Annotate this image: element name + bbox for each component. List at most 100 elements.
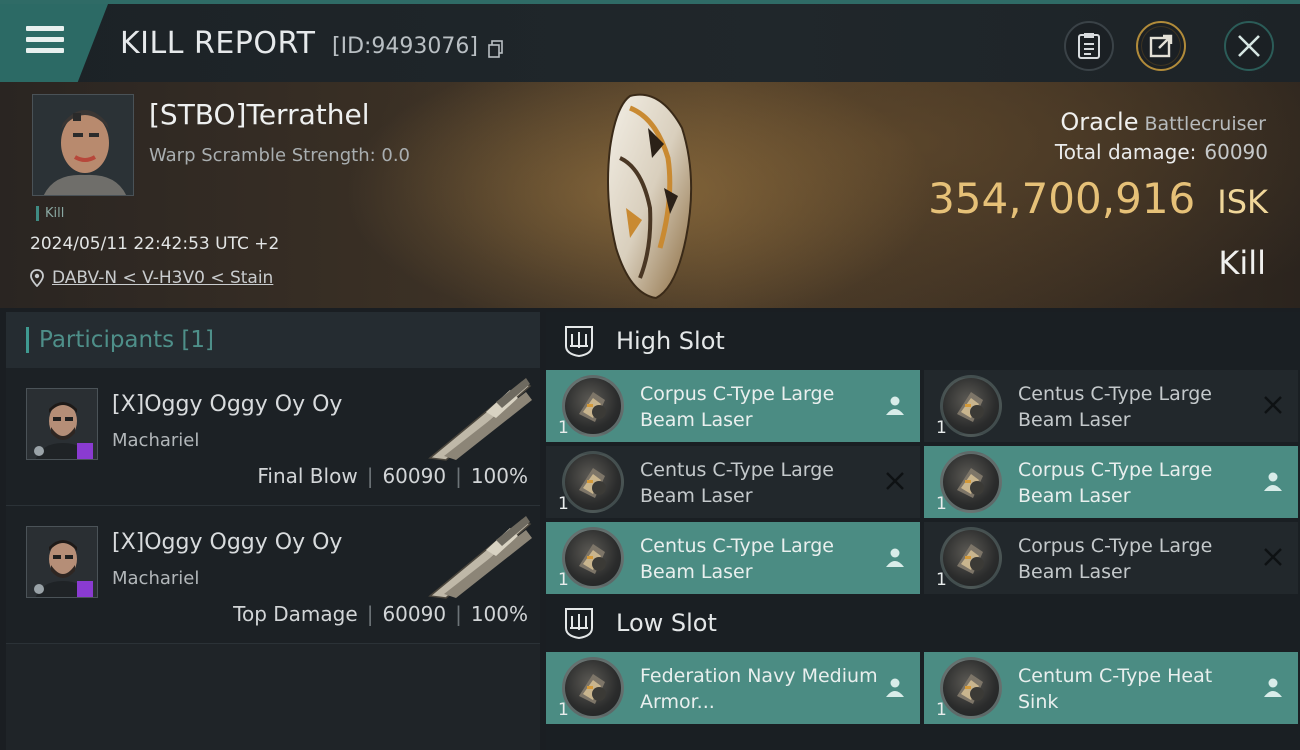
pilot-icon [886,396,904,415]
low-slot-grid: 1 Federation Navy Medium Armor... 1 Centum … [546,652,1300,724]
module-slot[interactable]: 1 Corpus C-Type Large Beam Laser [924,522,1298,594]
attacker-stats: Final Blow | 60090 | 100% [257,464,528,488]
module-slot[interactable]: 1 Centus C-Type Large Beam Laser [924,370,1298,442]
module-quantity: 1 [936,570,947,590]
destroyed-x-icon [1264,396,1282,414]
attacker-ship-image [428,516,532,599]
attacker-portrait[interactable] [26,388,98,460]
module-icon [562,657,624,719]
page-title: KILL REPORT [120,26,316,61]
victim-summary: [STBO]Terrathel Warp Scramble Strength: … [0,82,1300,308]
close-icon [1238,35,1260,57]
module-name: Centus C-Type Large Beam Laser [640,459,834,507]
ship-class: Battlecruiser [1144,113,1266,135]
participants-count: [1] [181,327,215,353]
kill-datetime: 2024/05/11 22:42:53 UTC +2 [30,234,280,254]
attacker-percent: 100% [470,464,528,488]
attacker-stats: Top Damage | 60090 | 100% [233,602,528,626]
slot-icon [565,608,593,640]
destroyed-x-icon [1264,548,1282,566]
attacker-ship-image [428,378,532,461]
module-slot[interactable]: 1 Corpus C-Type Large Beam Laser [924,446,1298,518]
isk-loss: 354,700,916 ISK [928,174,1268,223]
victim-ship-image [607,93,693,300]
attacker-row[interactable]: [X]Oggy Oggy Oy Oy Machariel Final Blow … [6,368,540,506]
module-icon [940,451,1002,513]
high-slot-header: High Slot [546,312,1300,370]
warp-scramble-strength: Warp Scramble Strength: 0.0 [149,145,411,166]
attacker-damage: 60090 [382,602,447,626]
pilot-icon [1264,678,1282,697]
clipboard-button[interactable] [1064,21,1114,71]
attacker-ship: Machariel [112,430,200,451]
participants-header: Participants [1] [6,312,540,368]
module-name: Corpus C-Type Large Beam Laser [1018,535,1213,583]
low-slot-header: Low Slot [546,594,1300,652]
export-icon [1149,34,1173,58]
location-pin-icon [30,269,44,287]
module-quantity: 1 [558,700,569,720]
total-damage-value: 60090 [1204,140,1268,164]
module-icon [940,657,1002,719]
clipboard-icon [1078,33,1100,59]
attacker-portrait[interactable] [26,526,98,598]
participants-title: Participants [39,327,175,353]
module-icon [562,375,624,437]
module-name: Centus C-Type Large Beam Laser [640,535,834,583]
isk-value: 354,700,916 [928,174,1196,223]
export-button[interactable] [1136,21,1186,71]
location-link[interactable]: DABV-N < V-H3V0 < Stain [52,268,273,288]
kill-result: Kill [1218,244,1266,282]
attacker-name[interactable]: [X]Oggy Oggy Oy Oy [112,530,342,555]
module-slot[interactable]: 1 Centum C-Type Heat Sink [924,652,1298,724]
total-damage: Total damage: 60090 [1055,140,1268,164]
module-slot[interactable]: 1 Federation Navy Medium Armor... [546,652,920,724]
module-quantity: 1 [936,494,947,514]
module-name: Centum C-Type Heat Sink [1018,665,1213,713]
module-slot[interactable]: 1 Centus C-Type Large Beam Laser [546,522,920,594]
total-damage-label: Total damage: [1054,140,1197,164]
module-icon [940,527,1002,589]
module-name: Corpus C-Type Large Beam Laser [640,383,835,431]
module-quantity: 1 [558,570,569,590]
header-bar: KILL REPORT [ID:9493076] [0,0,1300,82]
high-slot-title: High Slot [616,327,725,355]
close-button[interactable] [1224,21,1274,71]
pilot-icon [886,678,904,697]
module-quantity: 1 [936,700,947,720]
victim-portrait[interactable] [32,94,134,196]
menu-button[interactable] [0,4,108,82]
module-icon [940,375,1002,437]
module-name: Centus C-Type Large Beam Laser [1018,383,1212,431]
module-icon [562,451,624,513]
report-id: [ID:9493076] [332,34,478,59]
attacker-damage: 60090 [382,464,447,488]
fitting-panel: High Slot 1 Corpus C-Type Large Beam Lase… [546,312,1300,750]
module-slot[interactable]: 1 Corpus C-Type Large Beam Laser [546,370,920,442]
attacker-role: Top Damage [233,602,358,626]
attacker-name[interactable]: [X]Oggy Oggy Oy Oy [112,392,342,417]
high-slot-grid: 1 Corpus C-Type Large Beam Laser 1 Centus C… [546,370,1300,594]
module-icon [562,527,624,589]
module-quantity: 1 [558,418,569,438]
ship-name[interactable]: Oracle [1060,108,1138,136]
slot-icon [565,326,593,358]
low-slot-title: Low Slot [616,609,717,637]
menu-icon [26,26,64,56]
participants-panel: Participants [1] [X]Oggy Oggy Oy Oy Mach… [6,312,540,750]
pilot-icon [886,548,904,567]
pilot-icon [1264,472,1282,491]
copy-icon[interactable] [488,40,504,58]
module-quantity: 1 [558,494,569,514]
destroyed-x-icon [886,472,904,490]
attacker-row[interactable]: [X]Oggy Oggy Oy Oy Machariel Top Damage … [6,506,540,644]
victim-name[interactable]: [STBO]Terrathel [149,98,369,131]
attacker-ship: Machariel [112,568,200,589]
module-quantity: 1 [936,418,947,438]
victim-ship: Oracle Battlecruiser [1060,108,1266,136]
attacker-percent: 100% [470,602,528,626]
module-slot[interactable]: 1 Centus C-Type Large Beam Laser [546,446,920,518]
kill-location[interactable]: DABV-N < V-H3V0 < Stain [30,268,273,288]
kill-tag: Kill [36,206,64,221]
module-name: Corpus C-Type Large Beam Laser [1018,459,1213,507]
